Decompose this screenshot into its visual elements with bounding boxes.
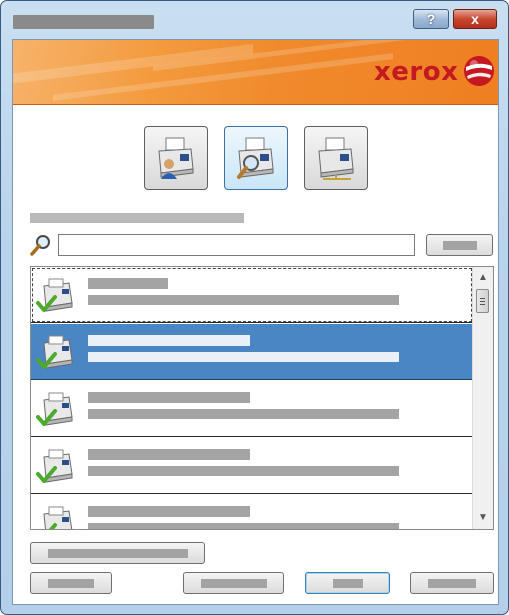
list-scrollbar[interactable]: ▲ ▼ — [472, 267, 493, 529]
help-button[interactable]: ? — [413, 9, 449, 29]
device-address — [88, 466, 399, 476]
device-address — [88, 523, 399, 529]
device-list-item[interactable] — [31, 267, 473, 323]
search-input[interactable] — [58, 234, 415, 256]
device-name — [88, 335, 250, 346]
close-button[interactable]: x — [453, 9, 497, 29]
footer-button-2[interactable] — [183, 572, 284, 594]
device-name — [88, 449, 250, 460]
mode-button-network[interactable] — [304, 126, 368, 190]
mode-button-search[interactable] — [224, 126, 288, 190]
search-button-label — [442, 240, 477, 250]
search-icon — [30, 235, 50, 256]
device-name — [88, 506, 250, 517]
device-list-item[interactable] — [31, 324, 473, 380]
xerox-logo-icon — [464, 56, 494, 86]
section-label — [30, 213, 244, 223]
footer-button-4-label — [428, 578, 476, 588]
printer-ok-icon — [36, 335, 73, 369]
xerox-logo-text: xerox — [374, 57, 459, 87]
printer-ok-icon — [36, 449, 73, 483]
device-address — [88, 352, 399, 362]
footer-button-2-label — [200, 578, 267, 588]
printer-network-icon — [318, 137, 354, 180]
printer-ok-icon — [36, 278, 73, 312]
device-list-item[interactable] — [31, 495, 473, 529]
device-list-item[interactable] — [31, 381, 473, 437]
wide-action-label — [47, 548, 188, 558]
device-name — [88, 392, 250, 403]
scroll-up-arrow-icon[interactable]: ▲ — [473, 269, 493, 287]
footer-button-1-label — [48, 578, 94, 588]
window-title — [13, 15, 154, 29]
printer-ok-icon — [36, 392, 73, 426]
brand-banner: xerox — [13, 40, 498, 105]
footer-button-4[interactable] — [410, 572, 494, 594]
scroll-thumb[interactable] — [476, 289, 489, 313]
device-list-item[interactable] — [31, 438, 473, 494]
scroll-down-arrow-icon[interactable]: ▼ — [473, 509, 493, 527]
printer-user-icon — [158, 137, 194, 179]
wide-action-button[interactable] — [30, 542, 205, 564]
printer-search-icon — [237, 137, 274, 179]
device-name — [88, 278, 168, 289]
dialog-content: xerox ▲ ▼ — [12, 39, 499, 605]
footer-button-3-label — [332, 578, 363, 588]
mode-button-user[interactable] — [144, 126, 208, 190]
search-button[interactable] — [426, 234, 493, 256]
printer-ok-icon — [38, 506, 73, 529]
device-list[interactable]: ▲ ▼ — [30, 266, 494, 530]
dialog-window: ? x xerox ▲ ▼ — [0, 0, 509, 615]
device-address — [88, 409, 399, 419]
title-bar[interactable]: ? x — [1, 1, 508, 37]
footer-button-3[interactable] — [305, 572, 390, 594]
device-address — [88, 295, 399, 305]
footer-button-1[interactable] — [30, 572, 112, 594]
